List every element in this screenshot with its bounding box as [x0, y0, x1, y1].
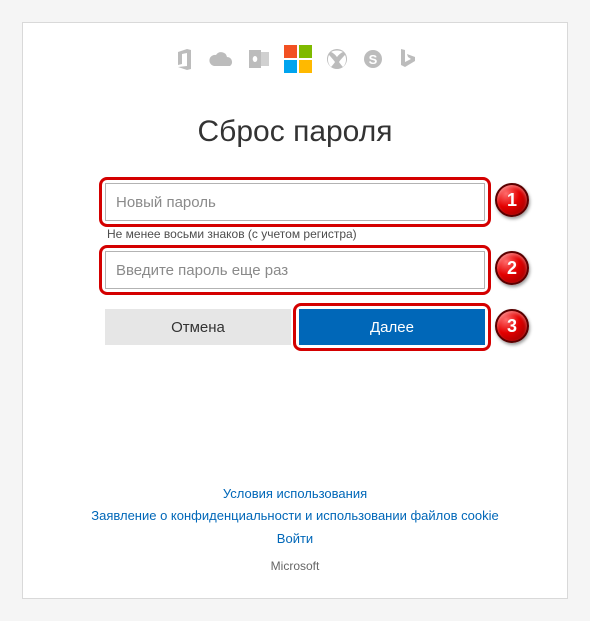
outlook-icon — [248, 49, 270, 69]
privacy-link[interactable]: Заявление о конфиденциальности и использ… — [91, 508, 498, 523]
reset-password-card: S Сброс пароля 1 Не менее восьми знаков … — [22, 22, 568, 599]
reset-form: 1 Не менее восьми знаков (с учетом регис… — [105, 183, 485, 345]
cancel-button[interactable]: Отмена — [105, 309, 291, 345]
annotation-badge-3: 3 — [495, 309, 529, 343]
button-row: Отмена Далее 3 — [105, 309, 485, 345]
page-title: Сброс пароля — [23, 115, 567, 149]
footer: Условия использования Заявление о конфид… — [23, 483, 567, 576]
confirm-password-input[interactable] — [105, 251, 485, 289]
confirm-password-wrap: 2 — [105, 251, 485, 289]
new-password-wrap: 1 — [105, 183, 485, 221]
next-button[interactable]: Далее — [299, 309, 485, 345]
password-hint: Не менее восьми знаков (с учетом регистр… — [107, 227, 485, 241]
signin-link[interactable]: Войти — [277, 531, 313, 546]
annotation-badge-2: 2 — [495, 251, 529, 285]
bing-icon — [398, 48, 416, 70]
office-icon — [174, 48, 194, 70]
brand-row: S — [23, 43, 567, 75]
microsoft-logo — [284, 45, 312, 73]
onedrive-icon — [208, 50, 234, 68]
svg-text:S: S — [369, 52, 378, 67]
trademark-text: Microsoft — [23, 556, 567, 576]
xbox-icon — [326, 48, 348, 70]
skype-icon: S — [362, 48, 384, 70]
new-password-input[interactable] — [105, 183, 485, 221]
annotation-badge-1: 1 — [495, 183, 529, 217]
terms-link[interactable]: Условия использования — [223, 486, 367, 501]
